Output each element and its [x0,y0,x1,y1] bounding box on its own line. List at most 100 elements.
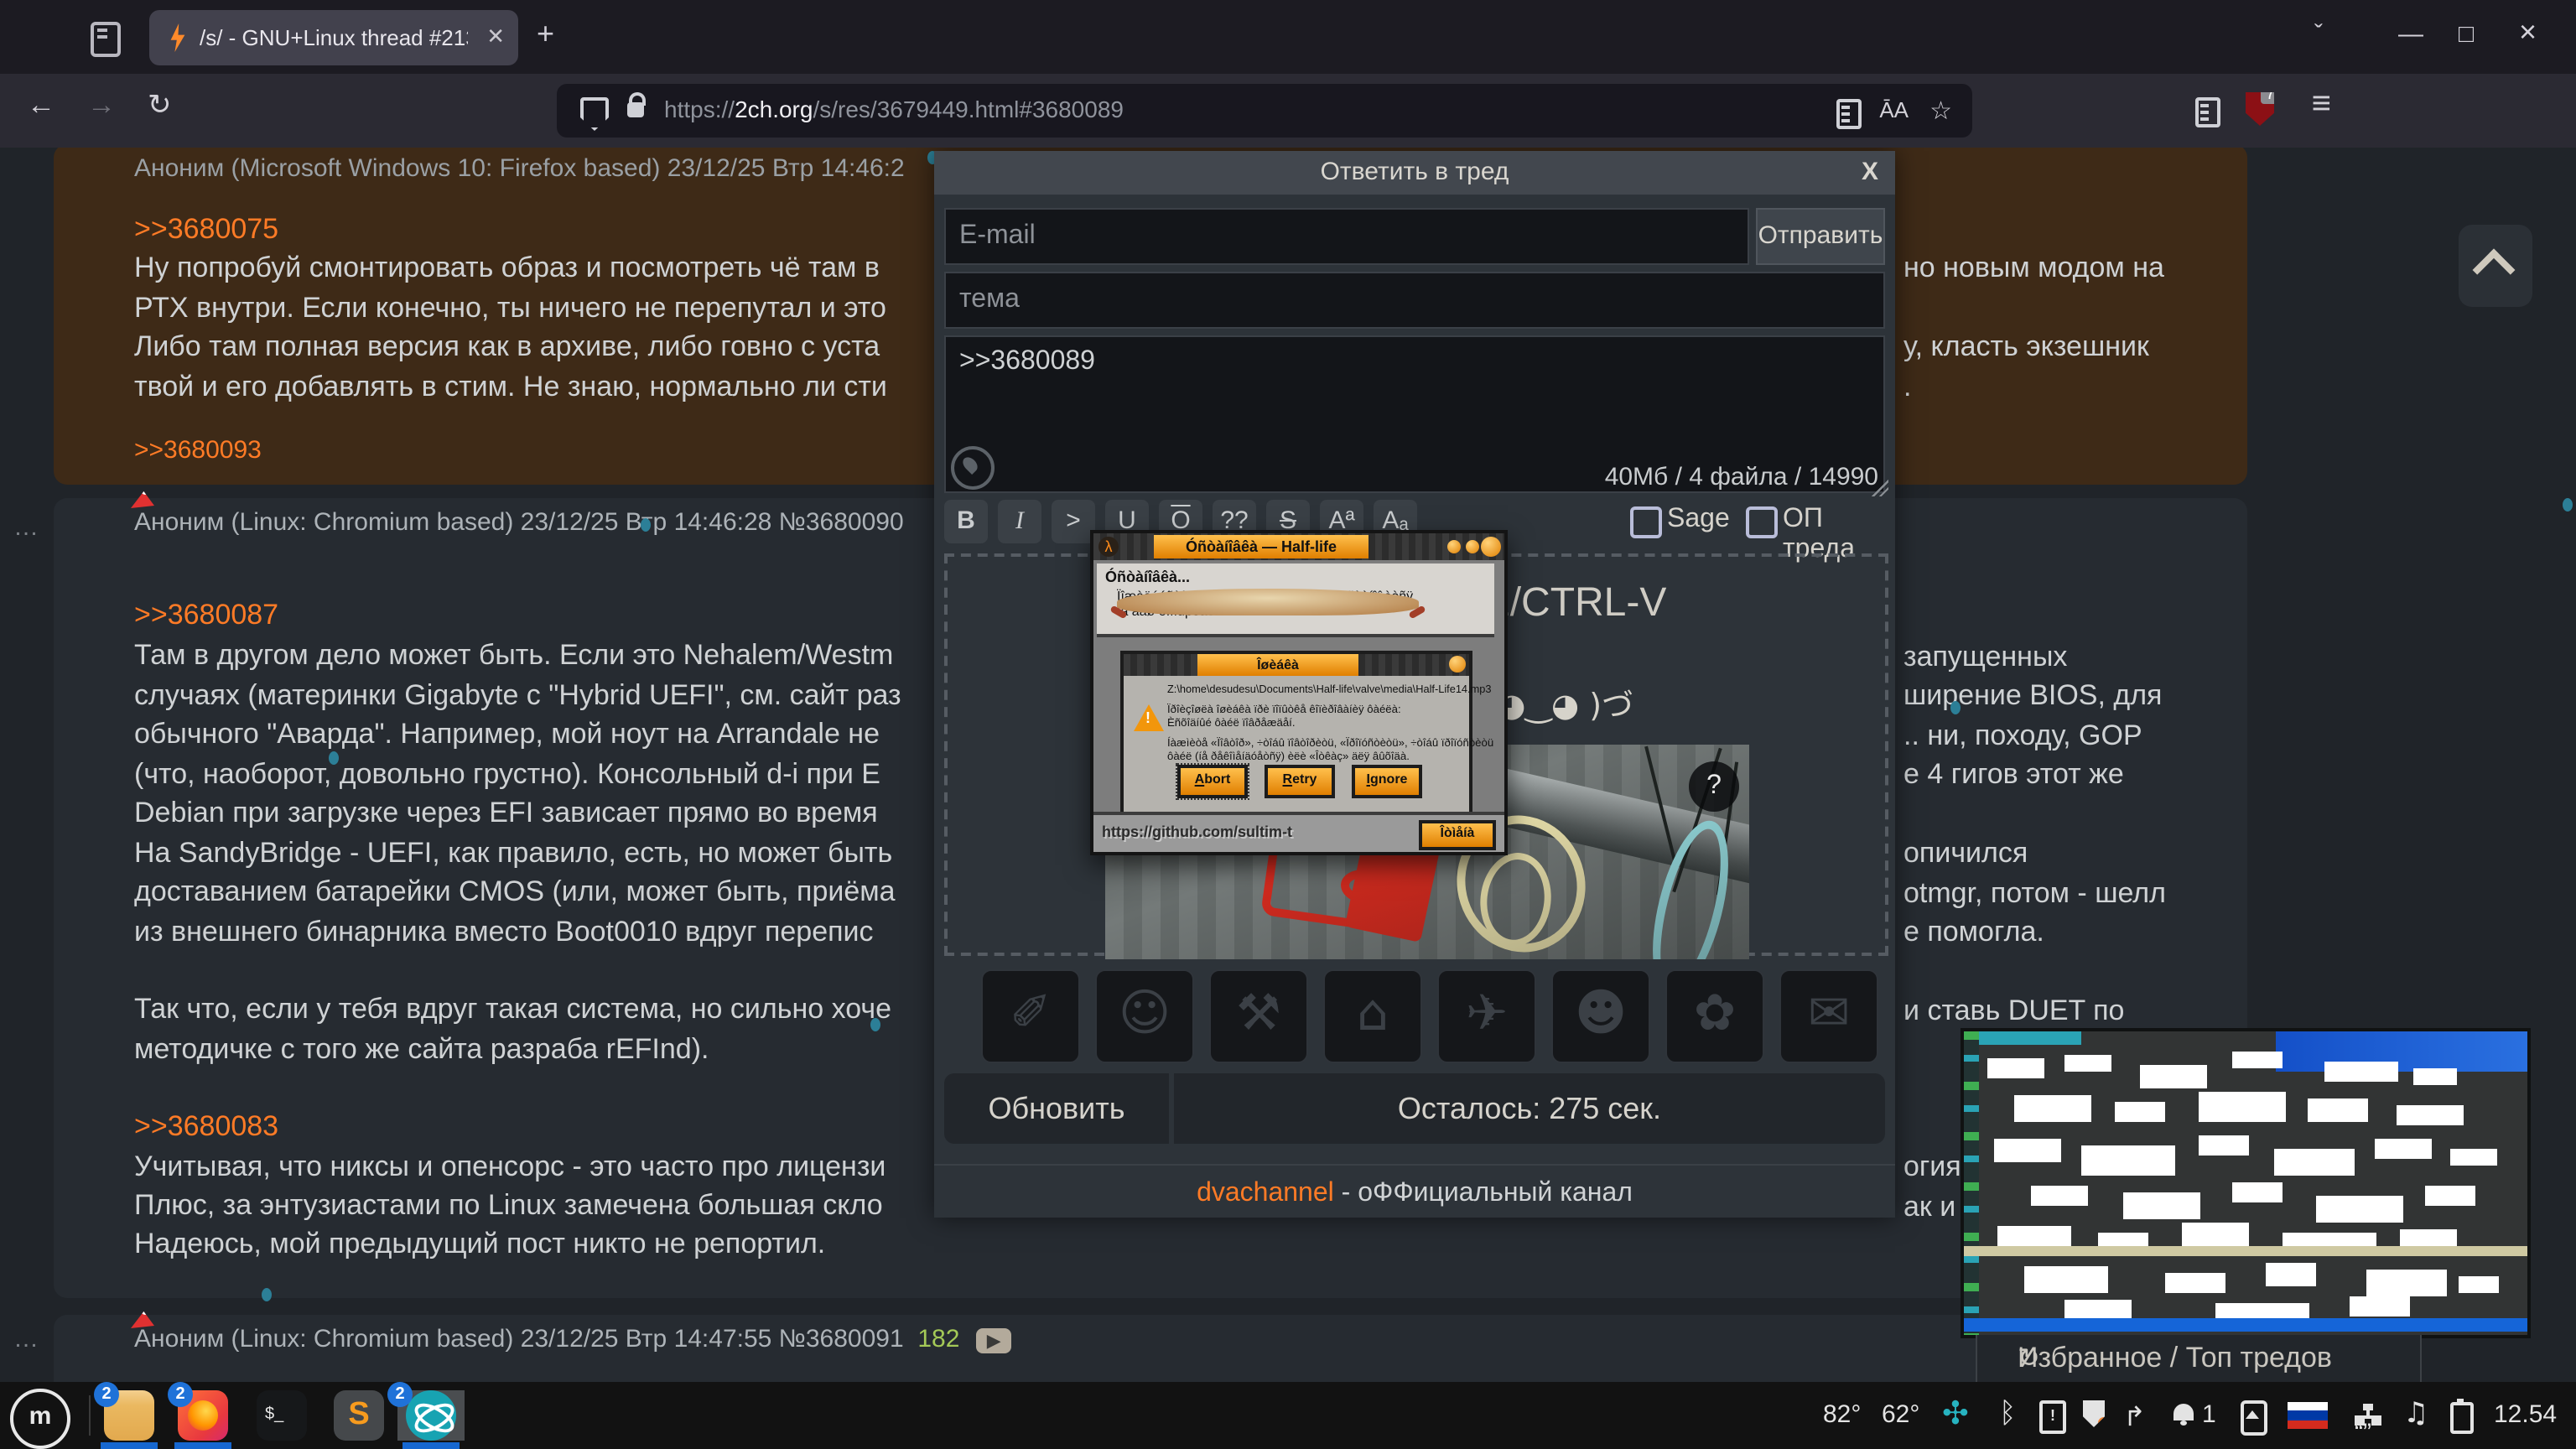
sublime-app-icon[interactable]: S [334,1390,384,1441]
abort-button[interactable]: Abort [1177,765,1248,798]
retry-button[interactable]: Retry [1265,765,1335,798]
glitched-terminal-image[interactable] [1961,1028,2531,1338]
post-text-line: РТХ внутри. Если конечно, ты ничего не п… [134,292,886,325]
refresh-icon[interactable]: ↻ [2018,1342,2390,1374]
firefox-view-icon[interactable] [91,22,121,57]
bluetooth-icon[interactable]: ᛒ [1999,1397,2016,1431]
hl-footer-url: https://github.com/sultim-t [1102,823,1292,840]
ublock-icon[interactable]: 7 [2246,92,2274,126]
baguette-icon[interactable]: ✐ [981,969,1080,1063]
post-text-fragment: .. ни, походу, GOP [1903,719,2142,753]
keyboard-layout-flag-icon[interactable] [2288,1402,2328,1429]
dialog-close-button[interactable]: X [1862,151,1878,195]
reply-link[interactable]: >>3680087 [134,599,278,632]
ublock-badge: 7 [2261,86,2280,104]
browser-toolbar: ← → ↻ https://2ch.org/s/res/3679449.html… [0,74,2576,149]
active-indicator [174,1442,231,1449]
molecule-tray-icon[interactable]: ✣ [1942,1395,1969,1432]
hut-icon[interactable]: ⌂ [1323,969,1422,1063]
angel-icon[interactable]: ☺ [1095,969,1194,1063]
post-text-fragment: е помогла. [1903,916,2044,949]
error-text: Ïðîèçîøëà îøèáêà ïðè ïîïûòêå êîïèðîâàíèÿ… [1167,704,1401,716]
battery-icon[interactable] [2450,1402,2474,1434]
reply-link[interactable]: >>3680083 [134,1110,278,1144]
bookmark-star-icon[interactable]: ☆ [1929,96,1952,126]
badge: 2 [94,1382,119,1407]
dialog-header[interactable]: Ответить в тред X [934,151,1895,195]
tab-close-icon[interactable]: ✕ [486,23,505,50]
hl-error-title-bar[interactable]: Îøèáêà [1124,654,1469,676]
post-header: Аноним (Microsoft Windows 10: Firefox ba… [134,154,905,183]
post-text-fragment: ширение BIOS, для [1903,679,2162,713]
firefox-app-icon[interactable]: 2 [178,1390,228,1441]
flower-icon[interactable]: ✿ [1665,969,1764,1063]
reader-mode-icon[interactable] [1836,99,1862,129]
back-button[interactable]: ← [27,89,55,122]
submit-button[interactable]: Отправить [1756,208,1885,265]
backlink[interactable]: >>3680093 [134,436,262,465]
ignore-button[interactable]: Ignore [1352,765,1422,798]
mint-menu-button[interactable]: m [10,1389,70,1449]
refresh-thread-button[interactable]: Обновить [944,1073,1169,1144]
op-thread-checkbox[interactable] [1746,506,1778,538]
shield-tray-icon[interactable] [2083,1400,2105,1427]
format-italic-button[interactable]: I [998,500,1041,543]
dvachannel-link[interactable]: dvachannel [1197,1179,1334,1208]
sage-checkbox[interactable] [1630,506,1662,538]
resize-grip[interactable] [1872,480,1888,496]
new-tab-button[interactable]: + [537,17,554,52]
hl-maximize-button[interactable] [1466,540,1479,553]
post-menu-dots[interactable]: … [13,1325,39,1353]
files-app-icon[interactable]: 2 [104,1390,154,1441]
music-note-icon[interactable]: ♫ [2403,1397,2429,1431]
hl-title-bar[interactable]: λ Óñòàíîâêà — Half-life [1093,533,1504,560]
reload-button[interactable]: ↻ [148,89,172,122]
footer-text: - оФФициальный канал [1334,1179,1633,1208]
tab-list-chevron-icon[interactable]: ˇ [2314,20,2323,49]
clipboard-icon[interactable]: ! [2039,1400,2066,1434]
eject-device-icon[interactable] [2241,1400,2267,1436]
laugh-icon[interactable]: ☻ [1551,969,1650,1063]
extensions-icon[interactable] [2195,97,2220,127]
scroll-to-top-button[interactable] [2459,225,2532,307]
active-indicator [101,1442,158,1449]
help-button[interactable]: ? [1689,761,1739,812]
hamburger-menu-icon[interactable]: ≡ [2312,86,2331,124]
halflife-installer-window[interactable]: λ Óñòàíîâêà — Half-life Óñòàíîâêà... Ïîæ… [1090,530,1508,855]
url-bar[interactable]: https://2ch.org/s/res/3679449.html#36800… [557,84,1972,138]
hammers-icon[interactable]: ⚒ [1209,969,1308,1063]
plane-icon[interactable]: ✈ [1437,969,1536,1063]
hl-info-panel: Óñòàíîâêà... Ïîæàëóéñòà, ïîäîæäèòå, ïîêà… [1097,564,1494,637]
email-field[interactable] [944,208,1749,265]
window-maximize-button[interactable]: □ [2459,20,2474,49]
mailbox-icon[interactable]: ✉ [1779,969,1878,1063]
share-tray-icon[interactable]: ↱ [2123,1400,2146,1432]
cursor-dot [870,1018,880,1031]
hl-minimize-button[interactable] [1447,540,1461,553]
network-icon[interactable] [2355,1404,2381,1426]
hl-error-close-button[interactable] [1449,656,1466,673]
window-close-button[interactable]: × [2519,15,2537,50]
hl-cancel-button[interactable]: Îòìåíà [1419,820,1496,850]
tracking-shield-icon[interactable] [580,97,609,131]
terminal-app-icon[interactable]: $_ [257,1390,307,1441]
reply-link[interactable]: >>3680075 [134,213,278,247]
favorites-bar[interactable]: Избранное / Топ тредов ↻ [1976,1335,2422,1382]
hl-error-dialog[interactable]: Îøèáêà Z:\home\desudesu\Documents\Half-l… [1120,651,1472,818]
url-text[interactable]: https://2ch.org/s/res/3679449.html#36800… [664,96,1124,122]
notifications-bell-icon[interactable] [2174,1404,2194,1420]
post-text-line: Плюс, за энтузиастами по Linux замечена … [134,1189,883,1223]
post-text-line: случаях (материнки Gigabyte с "Hybrid UE… [134,679,901,713]
post-menu-dots[interactable]: … [13,513,39,542]
forward-button[interactable]: → [87,89,116,122]
active-app-slot[interactable]: 2 [397,1390,465,1441]
format-quote-button[interactable]: > [1052,500,1095,543]
active-tab[interactable]: /s/ - GNU+Linux thread #213 ✕ [149,10,518,65]
format-bold-button[interactable]: B [944,500,988,543]
subject-field[interactable] [944,272,1885,329]
window-minimize-button[interactable]: — [2398,20,2423,49]
translate-icon[interactable]: ĀA [1879,97,1909,122]
cursor-dot [1950,701,1961,714]
hl-close-button[interactable] [1481,537,1501,557]
play-button[interactable]: ▶ [977,1328,1011,1353]
